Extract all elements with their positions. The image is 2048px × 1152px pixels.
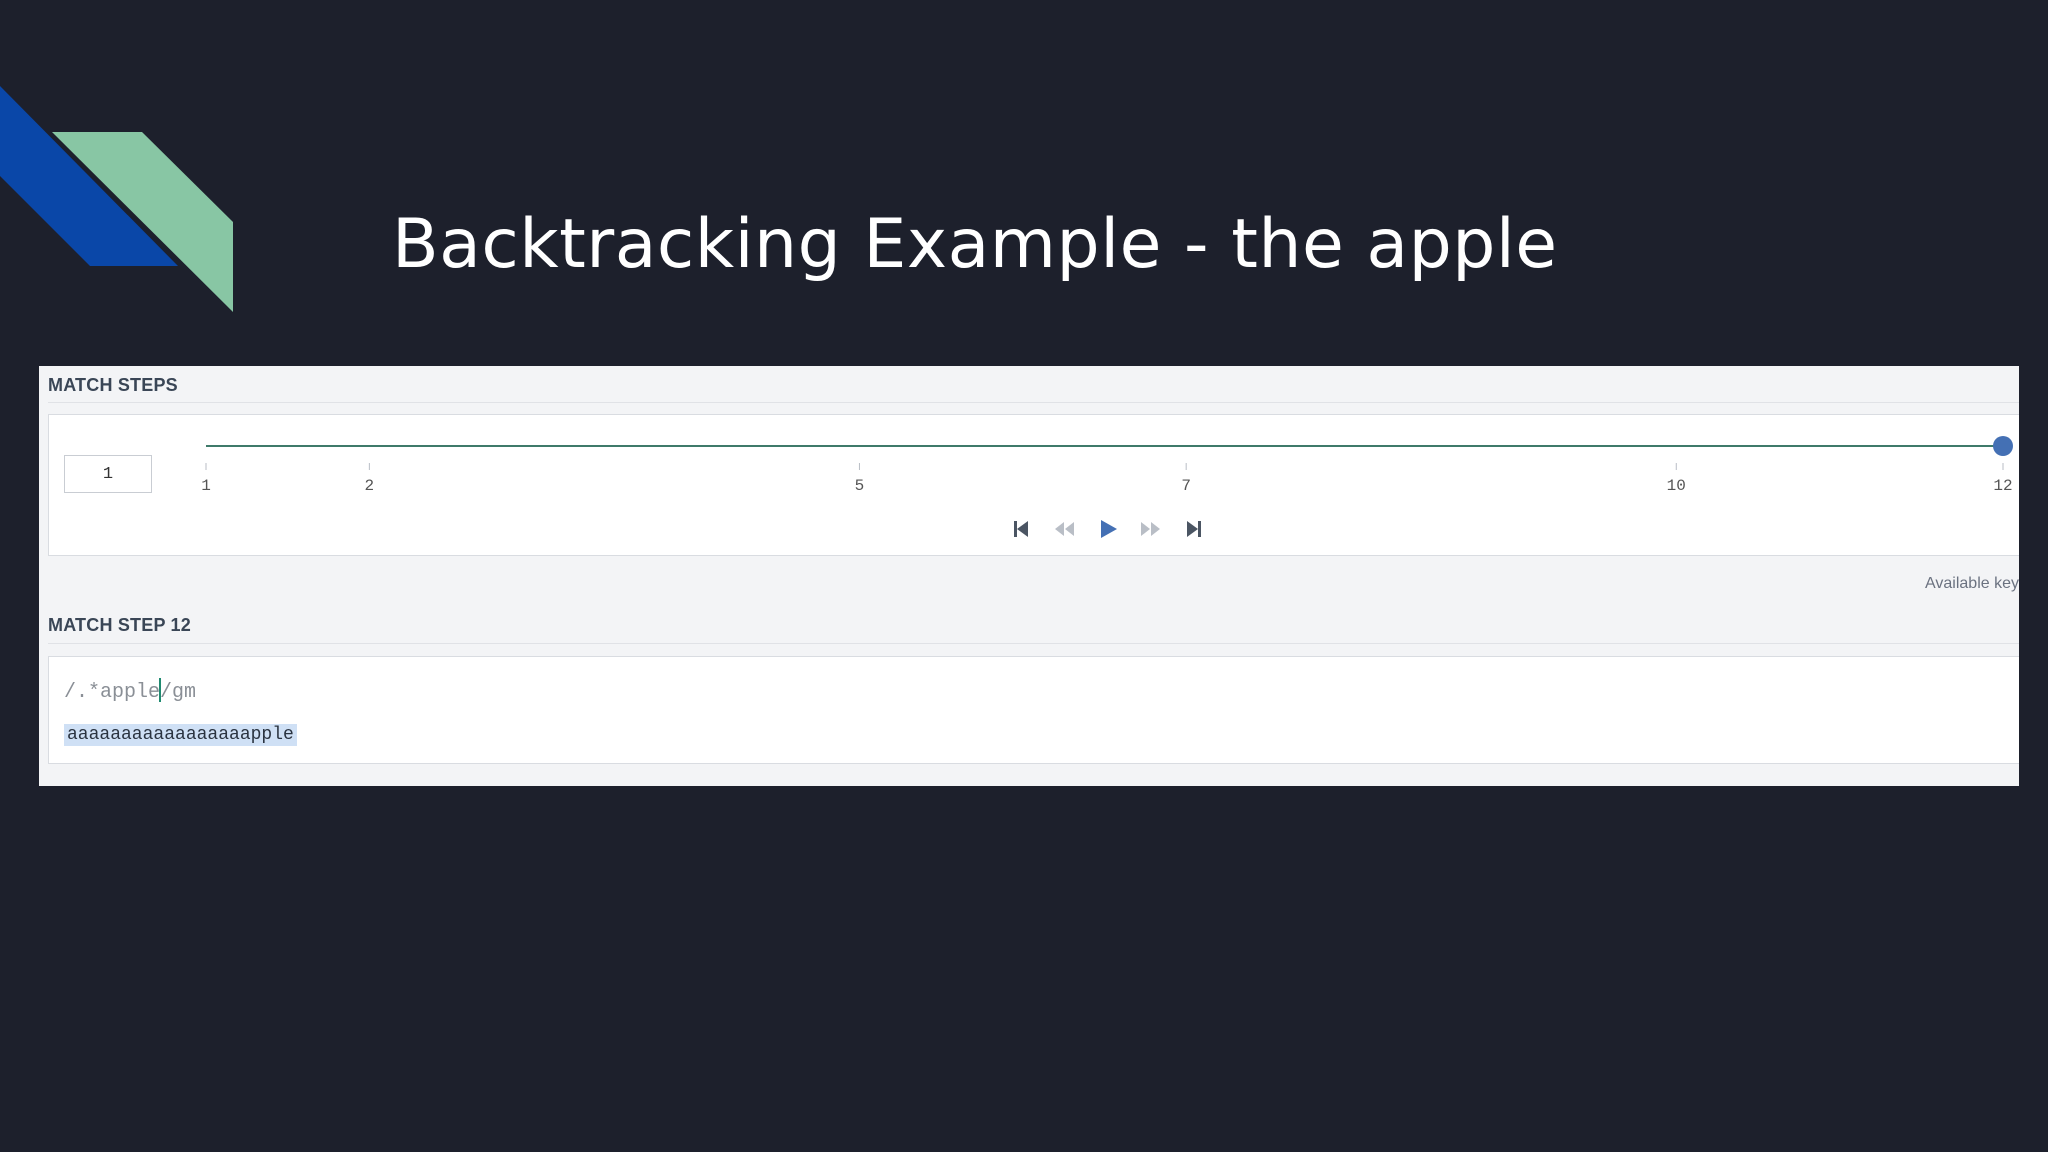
- match-steps-header: MATCH STEPS: [48, 375, 178, 395]
- slider-tick-label: 12: [1993, 477, 2013, 495]
- slider-tick-label: 5: [854, 477, 865, 495]
- regex-after-cursor: /gm: [160, 681, 197, 704]
- detail-divider: [48, 643, 2019, 644]
- slider-tick-label: 1: [201, 477, 211, 495]
- header-divider: [48, 402, 2019, 403]
- skip-to-start-icon[interactable]: [1007, 515, 1035, 543]
- playback-controls: [49, 515, 2019, 545]
- slider-tick-label: 7: [1181, 477, 1191, 495]
- regex-pattern: /.*apple/gm: [64, 678, 196, 704]
- test-string-highlight: aaaaaaaaaaaaaaaaapple: [64, 724, 297, 746]
- slide-decoration: [0, 86, 233, 312]
- slider-thumb[interactable]: [1993, 436, 2013, 456]
- step-forward-icon[interactable]: [1137, 515, 1165, 543]
- match-steps-box: 12571012: [48, 414, 2019, 556]
- slide-title: Backtracking Example - the apple: [392, 205, 1558, 284]
- match-step-header: MATCH STEP 12: [48, 615, 191, 635]
- regex-debugger-panel: MATCH STEPS 12571012: [39, 366, 2019, 786]
- slider-tick-label: 10: [1666, 477, 1686, 495]
- skip-to-end-icon[interactable]: [1180, 515, 1208, 543]
- match-step-box: /.*apple/gm aaaaaaaaaaaaaaaaapple: [48, 656, 2019, 764]
- slider-tick-label: 2: [364, 477, 375, 495]
- step-slider[interactable]: [49, 415, 2019, 495]
- regex-before-cursor: /.*apple: [64, 681, 161, 704]
- play-icon[interactable]: [1094, 515, 1122, 543]
- available-keys-hint: Available key: [1925, 575, 2019, 592]
- step-back-icon[interactable]: [1050, 515, 1078, 543]
